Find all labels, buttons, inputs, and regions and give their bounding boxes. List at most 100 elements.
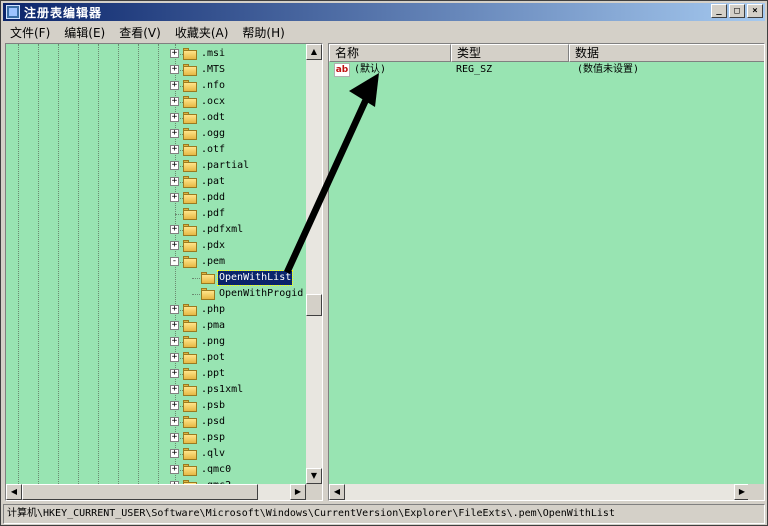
tree-item[interactable]: + .ocx <box>6 94 306 110</box>
expand-icon[interactable]: + <box>170 81 179 90</box>
tree-item[interactable]: + .odt <box>6 110 306 126</box>
tree-item[interactable]: OpenWithProgid <box>6 286 306 302</box>
scroll-left-button[interactable]: ◀ <box>6 484 22 500</box>
tree-item-label[interactable]: .psb <box>200 399 226 413</box>
tree-item[interactable]: + .pot <box>6 350 306 366</box>
tree-item[interactable]: + .pat <box>6 174 306 190</box>
expand-icon[interactable]: + <box>170 305 179 314</box>
tree-horizontal-scrollbar[interactable]: ◀ ▶ <box>6 484 306 500</box>
tree-item[interactable]: + .pdfxml <box>6 222 306 238</box>
expand-icon[interactable]: + <box>170 161 179 170</box>
tree-item[interactable]: + .psp <box>6 430 306 446</box>
expand-icon[interactable]: + <box>170 433 179 442</box>
tree-vertical-scrollbar[interactable]: ▲ ▼ <box>306 44 322 484</box>
tree-item-label[interactable]: .ogg <box>200 127 226 141</box>
expand-icon[interactable]: + <box>170 113 179 122</box>
collapse-icon[interactable]: - <box>170 257 179 266</box>
tree-item[interactable]: + .psb <box>6 398 306 414</box>
expand-icon[interactable]: + <box>170 337 179 346</box>
scroll-down-button[interactable]: ▼ <box>306 468 322 484</box>
expand-icon[interactable]: + <box>170 241 179 250</box>
tree-item-label[interactable]: .ocx <box>200 95 226 109</box>
expand-icon[interactable]: + <box>170 401 179 410</box>
menu-favorites[interactable]: 收藏夹(A) <box>168 23 236 43</box>
values-list-pane[interactable]: 名称 类型 数据 ab (默认) REG_SZ (数值未设置) ◀ ▶ <box>328 43 765 501</box>
tree-item[interactable]: + .pdx <box>6 238 306 254</box>
tree-item[interactable]: + .qlv <box>6 446 306 462</box>
tree-item-label[interactable]: .otf <box>200 143 226 157</box>
tree-item-label[interactable]: .pot <box>200 351 226 365</box>
tree-item-label[interactable]: .ps1xml <box>200 383 244 397</box>
tree-item[interactable]: OpenWithList <box>6 270 306 286</box>
tree-item[interactable]: + .MTS <box>6 62 306 78</box>
expand-icon[interactable]: + <box>170 193 179 202</box>
tree-item-label[interactable]: .nfo <box>200 79 226 93</box>
minimize-button[interactable]: _ <box>711 4 727 18</box>
tree-item[interactable]: + .php <box>6 302 306 318</box>
tree-item[interactable]: + .nfo <box>6 78 306 94</box>
scroll-up-button[interactable]: ▲ <box>306 44 322 60</box>
expand-icon[interactable]: + <box>170 449 179 458</box>
column-header-type[interactable]: 类型 <box>451 44 569 62</box>
tree-item[interactable]: + .partial <box>6 158 306 174</box>
tree-item-label[interactable]: .png <box>200 335 226 349</box>
scroll-thumb[interactable] <box>22 484 258 500</box>
tree-item[interactable]: + .pdd <box>6 190 306 206</box>
tree-item-label[interactable]: .MTS <box>200 63 226 77</box>
tree-item[interactable]: + .ps1xml <box>6 382 306 398</box>
tree-item[interactable]: + .png <box>6 334 306 350</box>
menu-help[interactable]: 帮助(H) <box>235 23 291 43</box>
tree-item[interactable]: - .pem <box>6 254 306 270</box>
tree-item-label[interactable]: .pma <box>200 319 226 333</box>
expand-icon[interactable]: + <box>170 49 179 58</box>
close-button[interactable]: × <box>747 4 763 18</box>
menu-edit[interactable]: 编辑(E) <box>57 23 112 43</box>
tree-item[interactable]: .pdf <box>6 206 306 222</box>
tree-item-label[interactable]: OpenWithProgid <box>218 287 304 301</box>
list-item[interactable]: ab (默认) REG_SZ (数值未设置) <box>329 62 749 78</box>
expand-icon[interactable]: + <box>170 417 179 426</box>
tree-item-label[interactable]: .pdfxml <box>200 223 244 237</box>
column-header-data[interactable]: 数据 <box>569 44 764 62</box>
expand-icon[interactable]: + <box>170 225 179 234</box>
tree-item-label[interactable]: .php <box>200 303 226 317</box>
maximize-button[interactable]: □ <box>729 4 745 18</box>
tree-item-label[interactable]: .odt <box>200 111 226 125</box>
tree-item[interactable]: + .ogg <box>6 126 306 142</box>
tree-item-label[interactable]: OpenWithList <box>216 270 294 286</box>
tree-item-label[interactable]: .msi <box>200 47 226 61</box>
tree-item[interactable]: + .ppt <box>6 366 306 382</box>
list-horizontal-scrollbar[interactable]: ◀ ▶ <box>329 484 750 500</box>
tree-item[interactable]: + .qmc0 <box>6 462 306 478</box>
menu-view[interactable]: 查看(V) <box>112 23 168 43</box>
scroll-right-button[interactable]: ▶ <box>290 484 306 500</box>
tree-item-label[interactable]: .pem <box>200 255 226 269</box>
column-header-name[interactable]: 名称 <box>329 44 451 62</box>
tree-item-label[interactable]: .qmc0 <box>200 463 232 477</box>
tree-item-label[interactable]: .psp <box>200 431 226 445</box>
scroll-thumb[interactable] <box>306 294 322 316</box>
tree-item[interactable]: + .pma <box>6 318 306 334</box>
expand-icon[interactable]: + <box>170 321 179 330</box>
tree-item[interactable]: + .psd <box>6 414 306 430</box>
expand-icon[interactable]: + <box>170 465 179 474</box>
expand-icon[interactable]: + <box>170 385 179 394</box>
title-bar[interactable]: 注册表编辑器 _ □ × <box>3 3 765 21</box>
expand-icon[interactable]: + <box>170 353 179 362</box>
tree-item-label[interactable]: .qlv <box>200 447 226 461</box>
expand-icon[interactable]: + <box>170 369 179 378</box>
scroll-track[interactable] <box>345 484 734 500</box>
expand-icon[interactable]: + <box>170 97 179 106</box>
scroll-left-button[interactable]: ◀ <box>329 484 345 500</box>
tree-item-label[interactable]: .pdd <box>200 191 226 205</box>
tree-item[interactable]: + .otf <box>6 142 306 158</box>
expand-icon[interactable]: + <box>170 129 179 138</box>
menu-file[interactable]: 文件(F) <box>3 23 57 43</box>
tree-item-label[interactable]: .pdf <box>200 207 226 221</box>
tree-item-label[interactable]: .psd <box>200 415 226 429</box>
tree-item-label[interactable]: .pat <box>200 175 226 189</box>
expand-icon[interactable]: + <box>170 177 179 186</box>
tree-item-label[interactable]: .pdx <box>200 239 226 253</box>
tree-item[interactable]: + .msi <box>6 46 306 62</box>
expand-icon[interactable]: + <box>170 145 179 154</box>
